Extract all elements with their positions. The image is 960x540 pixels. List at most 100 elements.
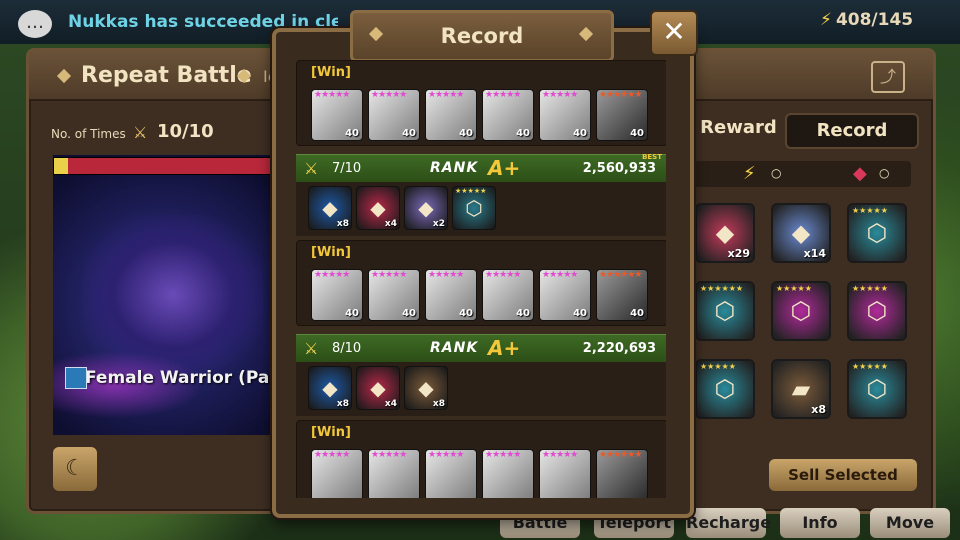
monster-stars: ★★★★★★ xyxy=(599,90,642,100)
monster-portrait[interactable]: ★★★★★★ xyxy=(596,449,648,498)
reward-item[interactable]: ▰ x8 xyxy=(771,359,831,419)
reward-stars: ★★★★★★ xyxy=(700,284,744,293)
monster-level: 40 xyxy=(345,308,359,319)
rank-bar: ⚔ 8/10 RANK A+ 2,220,693 xyxy=(296,334,666,363)
monster-portrait[interactable]: ★★★★★★ 40 xyxy=(596,89,648,141)
drop-item[interactable]: ◆ x8 xyxy=(308,366,352,410)
rank-run-count: 8/10 xyxy=(332,341,362,356)
record-list[interactable]: [Win] ★★★★★ 40 ★★★★★ 40 ★★★★★ 40 ★★★★★ 40 ★★★★★ 40… xyxy=(296,60,666,498)
bottom-button-recharge[interactable]: Recharge xyxy=(686,508,771,538)
sell-selected-label: Sell Selected xyxy=(788,466,898,484)
drop-qty: x2 xyxy=(432,219,445,229)
monster-portrait[interactable]: ★★★★★ 40 xyxy=(425,89,477,141)
reward-stars: ★★★★★ xyxy=(776,284,812,293)
monster-portrait[interactable]: ★★★★★★ 40 xyxy=(596,269,648,321)
record-title-plate: Record xyxy=(350,10,614,62)
reward-stars: ★★★★★ xyxy=(852,284,888,293)
drop-item[interactable]: ◆ x2 xyxy=(404,186,448,230)
drop-item[interactable]: ◆ x4 xyxy=(356,366,400,410)
rune-teal-icon: ⬡ xyxy=(866,375,888,403)
rank-grade: A+ xyxy=(488,156,521,180)
crystal-icon: ◆ xyxy=(418,376,434,400)
reward-stars: ★★★★★ xyxy=(852,206,888,215)
monster-portrait[interactable]: ★★★★★ xyxy=(482,449,534,498)
crystal-icon: ◆ xyxy=(370,196,386,220)
reward-stars: ★★★★★ xyxy=(852,362,888,371)
reward-qty: x8 xyxy=(811,403,826,416)
swords-icon: ⚔ xyxy=(133,123,148,142)
reward-item[interactable]: ⬡ ★★★★★ xyxy=(847,359,907,419)
win-label: [Win] xyxy=(311,65,351,80)
monster-level: 40 xyxy=(573,128,587,139)
swords-icon: ⚔ xyxy=(304,339,319,358)
bottom-button-move[interactable]: Move xyxy=(870,508,950,538)
monster-stars: ★★★★★ xyxy=(542,90,578,100)
monster-portrait[interactable]: ★★★★★ xyxy=(311,449,363,498)
monster-portrait[interactable]: ★★★★★ xyxy=(425,449,477,498)
monster-level: 40 xyxy=(630,128,644,139)
monster-portrait[interactable]: ★★★★★ 40 xyxy=(368,89,420,141)
monster-portrait[interactable]: ★★★★★ 40 xyxy=(482,89,534,141)
times-label: No. of Times xyxy=(51,127,126,141)
energy-bolt-icon: ⚡ xyxy=(820,10,832,30)
record-win-entry: [Win] ★★★★★ 40 ★★★★★ 40 ★★★★★ 40 ★★★★★ 40 ★★★★★ 40… xyxy=(296,60,666,146)
drop-item[interactable]: ◆ x8 xyxy=(404,366,448,410)
monster-level: 40 xyxy=(516,128,530,139)
reward-item[interactable]: ◆ x14 xyxy=(771,203,831,263)
crystal-icon: ◆ xyxy=(322,376,338,400)
record-button[interactable]: Record xyxy=(785,113,919,149)
monster-portrait[interactable]: ★★★★★ 40 xyxy=(311,89,363,141)
monster-portrait[interactable]: ★★★★★ 40 xyxy=(539,269,591,321)
monster-stars: ★★★★★★ xyxy=(599,270,642,280)
header-diamond-icon xyxy=(56,68,72,84)
reward-header: ⤴ xyxy=(675,51,933,101)
monster-stars: ★★★★★ xyxy=(314,90,350,100)
monster-portrait[interactable]: ★★★★★ 40 xyxy=(482,269,534,321)
sell-selected-button[interactable]: Sell Selected xyxy=(769,459,917,491)
chat-bubble-icon[interactable]: … xyxy=(18,10,52,38)
share-icon[interactable]: ⤴ xyxy=(871,61,905,93)
drop-item[interactable]: ◆ x8 xyxy=(308,186,352,230)
drop-qty: x8 xyxy=(336,399,349,409)
monster-level: 40 xyxy=(630,308,644,319)
bottom-button-info[interactable]: Info xyxy=(780,508,860,538)
drop-qty: x4 xyxy=(384,399,397,409)
monster-portrait[interactable]: ★★★★★ xyxy=(368,449,420,498)
unit-portrait-icon xyxy=(65,367,87,389)
monster-portrait[interactable]: ★★★★★ 40 xyxy=(311,269,363,321)
reward-stars: ★★★★★ xyxy=(700,362,736,371)
reward-item[interactable]: ⬡ ★★★★★ xyxy=(847,281,907,341)
best-badge: BEST xyxy=(642,153,662,161)
reward-item[interactable]: ⬡ ★★★★★ xyxy=(847,203,907,263)
monster-level: 40 xyxy=(573,308,587,319)
moon-icon[interactable]: ☾ xyxy=(53,447,97,491)
drop-item[interactable]: ⬡ ★★★★★ xyxy=(452,186,496,230)
monster-portrait[interactable]: ★★★★★ 40 xyxy=(539,89,591,141)
drop-stars: ★★★★★ xyxy=(455,187,487,195)
monster-stars: ★★★★★ xyxy=(485,450,521,460)
drop-item[interactable]: ◆ x4 xyxy=(356,186,400,230)
reward-item[interactable]: ◆ x29 xyxy=(695,203,755,263)
rank-grade: A+ xyxy=(488,336,521,360)
reward-item[interactable]: ⬡ ★★★★★★ xyxy=(695,281,755,341)
monster-portrait[interactable]: ★★★★★ 40 xyxy=(425,269,477,321)
boss-hp-bar xyxy=(53,157,275,175)
close-button[interactable]: ✕ xyxy=(650,10,698,56)
monster-stars: ★★★★★ xyxy=(485,90,521,100)
monster-portrait[interactable]: ★★★★★ 40 xyxy=(368,269,420,321)
reward-label: d Reward xyxy=(681,117,777,138)
record-win-entry: [Win] ★★★★★ ★★★★★ ★★★★★ ★★★★★ ★★★★★ ★★★★★★ xyxy=(296,420,666,498)
rank-label: RANK xyxy=(430,160,479,176)
crystal-reward-value: ○ xyxy=(879,166,890,180)
drop-qty: x8 xyxy=(432,399,445,409)
monster-level: 40 xyxy=(459,128,473,139)
monster-level: 40 xyxy=(459,308,473,319)
repeat-battle-panel: Repeat Battle Ic No. of Times ⚔ 10/10 Fe… xyxy=(26,48,292,514)
crystal-icon: ◆ xyxy=(322,196,338,220)
drop-qty: x8 xyxy=(336,219,349,229)
rank-score: 2,220,693 xyxy=(582,341,656,356)
crystal-icon: ◆ xyxy=(853,163,867,184)
reward-item[interactable]: ⬡ ★★★★★ xyxy=(695,359,755,419)
reward-item[interactable]: ⬡ ★★★★★ xyxy=(771,281,831,341)
monster-portrait[interactable]: ★★★★★ xyxy=(539,449,591,498)
